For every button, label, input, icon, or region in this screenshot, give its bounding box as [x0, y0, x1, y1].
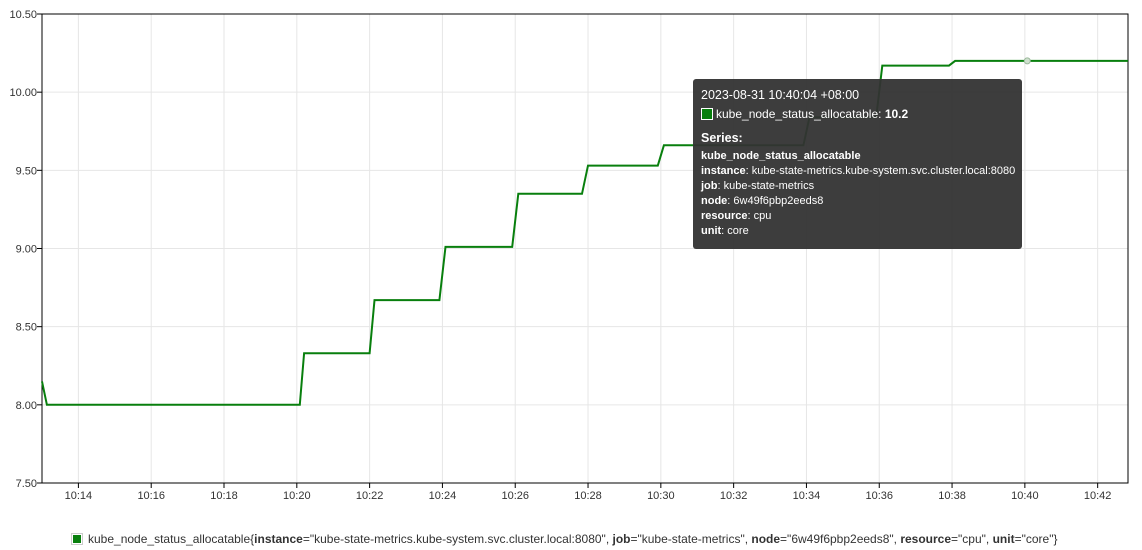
legend-label-instance: instance="kube-state-metrics.kube-system… [254, 532, 613, 546]
hover-tooltip: 2023-08-31 10:40:04 +08:00 kube_node_sta… [693, 79, 1022, 249]
tooltip-time: 2023-08-31 10:40:04 +08:00 [701, 88, 860, 102]
x-tick-label: 10:38 [938, 490, 966, 502]
y-tick-label: 10.50 [9, 9, 37, 21]
y-axis: 7.50 8.00 8.50 9.00 9.50 10.00 10.50 [9, 9, 42, 490]
x-tick-label: 10:42 [1084, 490, 1112, 502]
hover-point [1023, 57, 1031, 65]
x-axis: 10:14 10:16 10:18 10:20 10:22 10:24 10:26 10:28… [65, 483, 1112, 502]
tooltip-series-name: kube_node_status_allocatable [701, 150, 861, 162]
x-tick-label: 10:40 [1011, 490, 1039, 502]
legend-labels: instance="kube-state-metrics.kube-system… [254, 532, 1053, 546]
y-tick-label: 9.00 [16, 244, 37, 256]
legend-label-node: node="6w49f6pbp2eeds8", [751, 532, 901, 546]
y-tick-label: 8.00 [16, 400, 37, 412]
tooltip-metric: kube_node_status_allocatable: [716, 107, 882, 121]
series-color-swatch [701, 108, 713, 120]
x-tick-label: 10:26 [501, 490, 529, 502]
tooltip-labels: instance: kube-state-metrics.kube-system… [701, 164, 1016, 239]
x-tick-label: 10:36 [865, 490, 893, 502]
tooltip-label-node: node: 6w49f6pbp2eeds8 [701, 195, 824, 207]
tooltip-value-row: kube_node_status_allocatable: 10.2 [701, 107, 1014, 121]
legend-series-name: kube_node_status_allocatable [88, 532, 251, 546]
x-tick-label: 10:30 [647, 490, 675, 502]
tooltip-label-job: job: kube-state-metrics [701, 180, 815, 192]
chart-canvas[interactable]: 7.508.008.509.009.5010.0010.50 10:14 10:1… [0, 0, 1142, 520]
y-tick-label: 8.50 [16, 322, 37, 334]
y-tick-label: 9.50 [16, 165, 37, 177]
x-tick-label: 10:14 [65, 490, 93, 502]
x-tick-label: 10:18 [210, 490, 238, 502]
tooltip-label-instance: instance: kube-state-metrics.kube-system… [701, 165, 1016, 177]
tooltip-value: 10.2 [884, 107, 909, 121]
y-tick-label: 7.50 [16, 478, 37, 490]
x-tick-label: 10:34 [793, 490, 821, 502]
x-tick-label: 10:20 [283, 490, 311, 502]
tooltip-label-resource: resource: cpu [701, 210, 772, 222]
legend-label-resource: resource="cpu", [900, 532, 993, 546]
legend-label-job: job="kube-state-metrics", [612, 532, 752, 546]
x-tick-label: 10:22 [356, 490, 384, 502]
y-tick-label: 10.00 [9, 87, 37, 99]
x-tick-label: 10:16 [137, 490, 165, 502]
tooltip-label-unit: unit: core [701, 225, 749, 237]
tooltip-series-header: Series: [701, 131, 743, 145]
legend-swatch [71, 533, 83, 545]
x-tick-label: 10:32 [720, 490, 748, 502]
legend-label-unit: unit="core" [992, 532, 1054, 546]
x-tick-label: 10:28 [574, 490, 602, 502]
legend[interactable]: kube_node_status_allocatable{instance="k… [71, 532, 1057, 546]
x-tick-label: 10:24 [429, 490, 457, 502]
